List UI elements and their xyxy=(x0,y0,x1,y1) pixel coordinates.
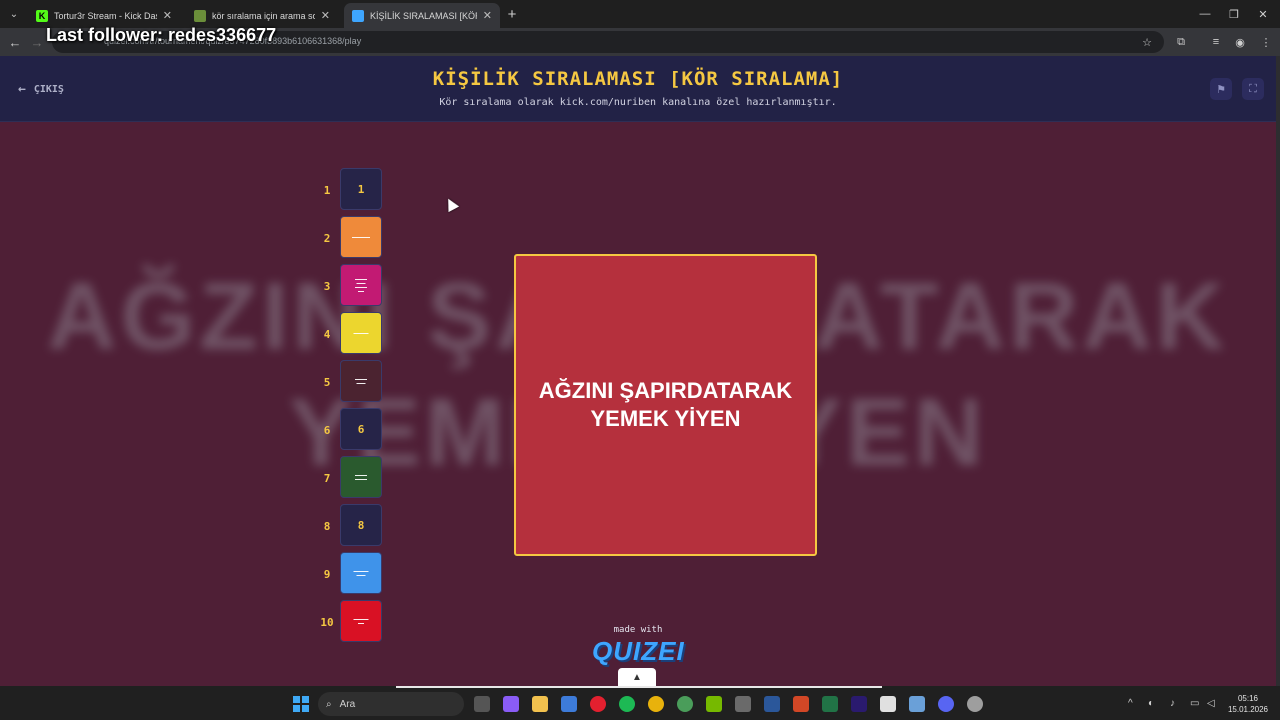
rank-number: 3 xyxy=(323,280,331,293)
tab-title: kör sıralama için arama sonuçları xyxy=(212,10,315,21)
tab-search-icon[interactable]: ⌄ xyxy=(4,4,24,24)
rank-number: 9 xyxy=(323,568,331,581)
rank-number: 8 xyxy=(323,520,331,533)
search-icon: ⌕ xyxy=(326,698,332,710)
restore-icon[interactable]: ❐ xyxy=(1224,5,1244,23)
window-close-icon[interactable]: ✕ xyxy=(1253,5,1273,23)
rank-slot[interactable]: ▬▬▬▬▬▬▬ xyxy=(340,600,382,642)
chrome-active-icon[interactable] xyxy=(677,696,693,712)
rank-number: 7 xyxy=(323,472,331,485)
slot-card-thumbnail: ▬▬▬▬ ▬▬▬ ▬▬▬▬ ▬▬ xyxy=(355,277,367,293)
rank-number: 10 xyxy=(320,616,334,629)
copilot-icon[interactable] xyxy=(503,696,519,712)
new-tab-plus-icon[interactable]: + xyxy=(503,5,521,23)
slot-card-thumbnail: ▬▬▬▬▬▬▬▬ xyxy=(355,473,367,481)
spotify-icon[interactable] xyxy=(619,696,635,712)
tab-title: KİŞİLİK SIRALAMASI [KÖR SIRALAMA] xyxy=(370,10,477,21)
quiz-title: KİŞİLİK SIRALAMASI [KÖR SIRALAMA] xyxy=(432,68,844,90)
made-with-label: made with xyxy=(613,625,663,635)
task-view-icon[interactable] xyxy=(474,696,490,712)
bookmark-star-icon[interactable]: ☆ xyxy=(1138,33,1156,51)
rank-slot[interactable]: ▬▬▬▬▬▬▬▬ xyxy=(340,456,382,498)
opera-icon[interactable] xyxy=(590,696,606,712)
kick-favicon-icon: K xyxy=(36,9,48,22)
chrome-icon[interactable] xyxy=(648,696,664,712)
rank-slot[interactable]: 1 xyxy=(340,168,382,210)
taskbar-search-label: Ara xyxy=(339,698,356,710)
slot-card-thumbnail: ▬▬▬▬▬▬▬▬ xyxy=(353,569,369,577)
volume-icon[interactable]: ◁ xyxy=(1207,698,1215,709)
browser-menu-icon[interactable]: ⋮ xyxy=(1257,33,1275,51)
rank-number: 5 xyxy=(323,376,331,389)
slot-number: 1 xyxy=(357,182,365,196)
word-icon[interactable] xyxy=(764,696,780,712)
network-icon[interactable]: ▭ xyxy=(1190,698,1199,709)
powerpoint-icon[interactable] xyxy=(793,696,809,712)
rank-number: 6 xyxy=(323,424,331,437)
capcut-icon[interactable] xyxy=(880,696,896,712)
slot-card-thumbnail: ▬▬▬▬▬▬ xyxy=(352,235,370,239)
rank-slot[interactable]: ▬▬▬▬▬▬ xyxy=(340,216,382,258)
extensions-icon[interactable]: ⧉ xyxy=(1172,33,1190,51)
clock-date: 15.01.2026 xyxy=(1227,705,1269,714)
clock-time: 05:16 xyxy=(1237,694,1259,703)
rank-number: 2 xyxy=(323,232,331,245)
tray-chevron-icon[interactable]: ^ xyxy=(1128,698,1133,709)
back-arrow-icon[interactable]: ← xyxy=(6,33,24,51)
nvidia-icon[interactable] xyxy=(706,696,722,712)
fullscreen-icon[interactable]: ⛶ xyxy=(1242,78,1264,100)
slot-number: 6 xyxy=(357,422,365,436)
slot-card-thumbnail: ▬▬▬▬▬▬▬ xyxy=(353,617,369,625)
rank-slot[interactable]: ▬▬▬▬▬ xyxy=(340,312,382,354)
stream-follower-overlay: Last follower: redes336677 xyxy=(46,25,277,45)
forward-arrow-icon[interactable]: → xyxy=(28,33,46,51)
profile-avatar-icon[interactable]: ◉ xyxy=(1231,33,1249,51)
slot-card-thumbnail: ▬▬▬▬▬ xyxy=(353,331,369,335)
settings-gear-icon[interactable] xyxy=(967,696,983,712)
taskbar-indicator-line xyxy=(396,686,882,688)
quizei-logo[interactable]: QUIZEI xyxy=(592,636,684,667)
rank-slot[interactable]: 8 xyxy=(340,504,382,546)
taskbar-clock[interactable]: 05:16 15.01.2026 xyxy=(1224,693,1272,715)
report-flag-icon[interactable]: ⚑ xyxy=(1210,78,1232,100)
tab-title: Tortur3r Stream - Kick Dashboa xyxy=(54,10,157,21)
page-scrollbar[interactable] xyxy=(1276,56,1280,686)
rank-number: 1 xyxy=(323,184,331,197)
tab-close-icon[interactable]: ✕ xyxy=(321,9,330,22)
rank-slot[interactable]: 6 xyxy=(340,408,382,450)
microphone-icon[interactable]: ♪ xyxy=(1170,698,1175,709)
current-item-text: AĞZINI ŞAPIRDATARAK YEMEK YİYEN xyxy=(538,378,793,431)
media-control-icon[interactable]: ≡ xyxy=(1207,33,1225,51)
rank-slot[interactable]: ▬▬▬▬ ▬▬▬ ▬▬▬▬ ▬▬ xyxy=(340,264,382,306)
tab-close-icon[interactable]: ✕ xyxy=(163,9,172,22)
store-icon[interactable] xyxy=(561,696,577,712)
excel-icon[interactable] xyxy=(822,696,838,712)
windows-taskbar xyxy=(0,686,1280,720)
file-explorer-icon[interactable] xyxy=(532,696,548,712)
rank-slot[interactable]: ▬▬▬▬▬▬▬ xyxy=(340,360,382,402)
browser-tab-quiz[interactable]: KİŞİLİK SIRALAMASI [KÖR SIRALAMA] ✕ xyxy=(344,3,500,28)
windows-start-icon[interactable] xyxy=(293,696,309,712)
minimize-icon[interactable]: — xyxy=(1195,5,1215,23)
snipping-tool-icon[interactable] xyxy=(735,696,751,712)
current-item-card[interactable]: AĞZINI ŞAPIRDATARAK YEMEK YİYEN xyxy=(514,254,817,556)
network-tool-icon[interactable] xyxy=(909,696,925,712)
slot-number: 8 xyxy=(357,518,365,532)
quiz-header: ← ÇIKIŞ KİŞİLİK SIRALAMASI [KÖR SIRALAMA… xyxy=(0,56,1276,122)
rank-slot[interactable]: ▬▬▬▬▬▬▬▬ xyxy=(340,552,382,594)
rank-number: 4 xyxy=(323,328,331,341)
tray-app-icon[interactable]: ◐ xyxy=(1148,698,1154,709)
tab-close-icon[interactable]: ✕ xyxy=(483,9,492,22)
quiz-subtitle: Kör sıralama olarak kick.com/nuriben kan… xyxy=(439,97,837,108)
premiere-icon[interactable] xyxy=(851,696,867,712)
quizei-favicon-icon xyxy=(352,9,364,22)
discord-icon[interactable] xyxy=(938,696,954,712)
scroll-up-chevron-icon[interactable]: ▲ xyxy=(618,668,656,686)
browser-tab-strip: ⌄ K Tortur3r Stream - Kick Dashboa ✕ kör… xyxy=(0,0,1280,28)
slot-card-thumbnail: ▬▬▬▬▬▬▬ xyxy=(355,377,367,385)
taskbar-search[interactable]: ⌕ Ara xyxy=(318,692,464,716)
search-favicon-icon xyxy=(194,9,206,22)
